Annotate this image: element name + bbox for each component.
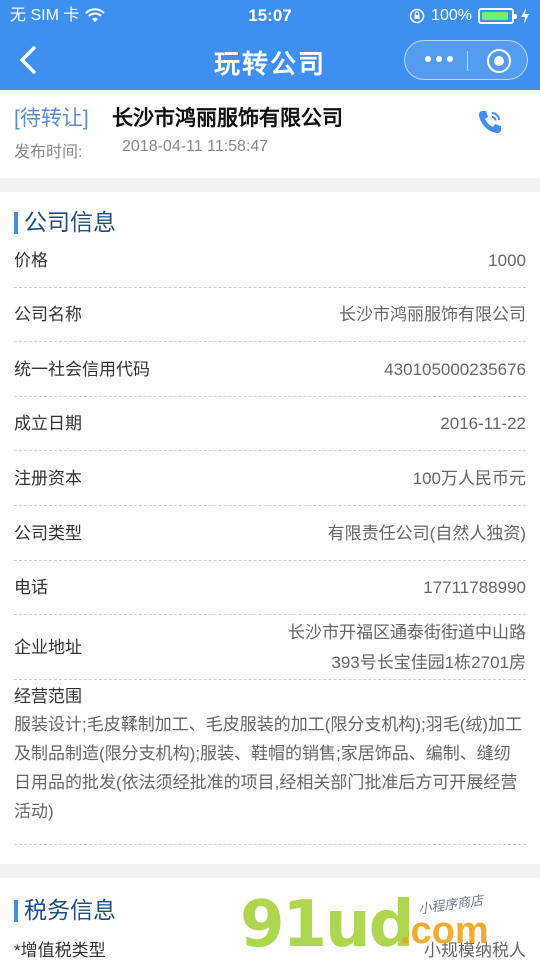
listing-header: [待转让] 长沙市鸿丽服饰有限公司 发布时间: 2018-04-11 11:58… bbox=[0, 90, 540, 178]
more-icon[interactable] bbox=[425, 56, 453, 62]
row-label: 企业地址 bbox=[14, 638, 82, 657]
watermark-logo: 91ud .com 小程序商店 bbox=[240, 888, 530, 960]
info-row-company-type: 公司类型 有限责任公司(自然人独资) bbox=[14, 507, 526, 561]
info-row-price: 价格 1000 bbox=[14, 234, 526, 288]
capsule-divider bbox=[467, 51, 468, 71]
row-label: 价格 bbox=[14, 251, 48, 270]
row-label: 公司类型 bbox=[14, 524, 82, 543]
row-value: 长沙市鸿丽服饰有限公司 bbox=[339, 305, 526, 324]
info-row-registered-capital: 注册资本 100万人民币元 bbox=[14, 452, 526, 506]
address-line-2: 393号长宝佳园1栋2701房 bbox=[331, 653, 526, 672]
charging-icon bbox=[521, 8, 529, 24]
publish-time-value: 2018-04-11 11:58:47 bbox=[122, 138, 269, 155]
rotation-lock-icon bbox=[409, 8, 425, 24]
section-divider bbox=[0, 864, 540, 878]
info-row-credit-code: 统一社会信用代码 430105000235676 bbox=[14, 343, 526, 397]
info-row-founded-date: 成立日期 2016-11-22 bbox=[14, 397, 526, 451]
phone-number-link[interactable]: 17711788990 bbox=[423, 561, 526, 615]
row-value: 430105000235676 bbox=[384, 360, 526, 379]
business-scope-text: 服装设计;毛皮鞣制加工、毛皮服装的加工(限分支机构);羽毛(绒)加工及制品制造(… bbox=[14, 715, 523, 821]
row-label: 注册资本 bbox=[14, 469, 82, 488]
row-value: 1000 bbox=[488, 251, 526, 270]
battery-icon bbox=[478, 8, 517, 24]
listing-company-name: 长沙市鸿丽服饰有限公司 bbox=[112, 107, 343, 130]
row-label: 电话 bbox=[14, 578, 48, 597]
row-divider bbox=[14, 844, 526, 845]
phone-call-icon[interactable] bbox=[476, 108, 504, 136]
close-miniprogram-icon[interactable] bbox=[487, 49, 511, 73]
business-scope-label: 经营范围 bbox=[14, 687, 82, 706]
miniprogram-capsule bbox=[404, 40, 528, 80]
watermark-dotcom: .com bbox=[400, 910, 489, 952]
info-row-company-name: 公司名称 长沙市鸿丽服饰有限公司 bbox=[14, 288, 526, 342]
info-row-phone: 电话 17711788990 bbox=[14, 561, 526, 615]
row-value: 100万人民币元 bbox=[412, 469, 526, 488]
row-label: 统一社会信用代码 bbox=[14, 360, 150, 379]
row-label: 公司名称 bbox=[14, 305, 82, 324]
info-row-address: 企业地址 长沙市开福区通泰街街道中山路 393号长宝佳园1栋2701房 bbox=[14, 616, 526, 680]
tax-info-title: 税务信息 bbox=[14, 896, 116, 924]
status-tag: [待转让] bbox=[14, 107, 89, 130]
status-bar: 无 SIM 卡 15:07 100% bbox=[0, 0, 540, 32]
navigation-bar: 玩转公司 bbox=[0, 32, 540, 90]
address-line-1: 长沙市开福区通泰街街道中山路 bbox=[288, 623, 526, 642]
publish-time-label: 发布时间: bbox=[14, 144, 83, 161]
watermark-91ud: 91ud bbox=[240, 888, 414, 960]
row-value: 长沙市开福区通泰街街道中山路 393号长宝佳园1栋2701房 bbox=[288, 618, 526, 678]
battery-percent: 100% bbox=[431, 7, 472, 24]
row-label: 成立日期 bbox=[14, 414, 82, 433]
section-divider bbox=[0, 178, 540, 192]
company-info-title: 公司信息 bbox=[14, 208, 116, 236]
top-bar: 无 SIM 卡 15:07 100% 玩转公司 bbox=[0, 0, 540, 90]
row-value: 有限责任公司(自然人独资) bbox=[327, 524, 526, 543]
vat-type-label: *增值税类型 bbox=[14, 941, 106, 960]
row-value: 2016-11-22 bbox=[440, 414, 526, 433]
